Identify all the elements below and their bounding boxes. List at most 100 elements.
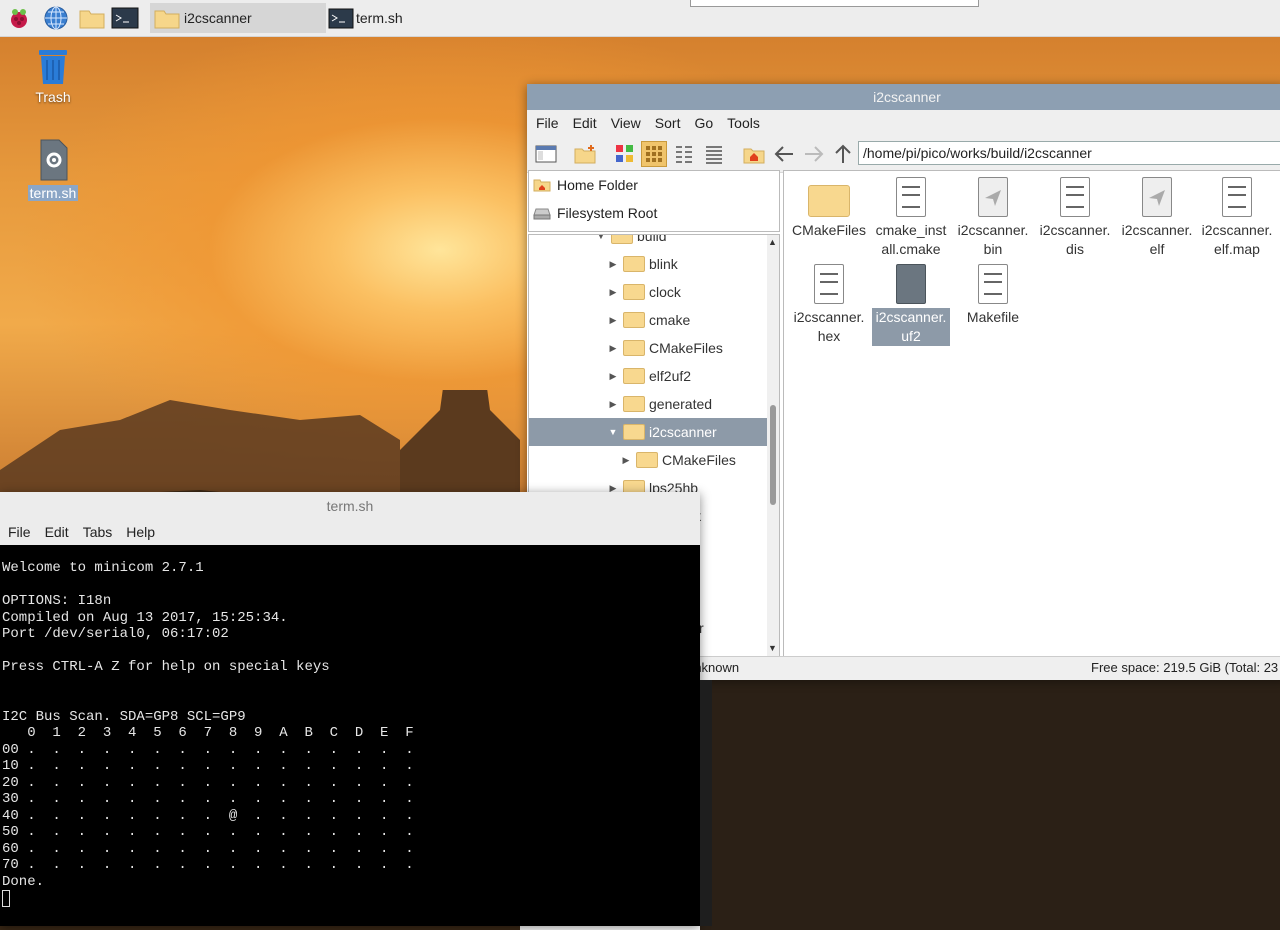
address-bar[interactable]: /home/pi/pico/works/build/i2cscanner (858, 141, 1280, 165)
scroll-down-icon[interactable]: ▼ (768, 643, 777, 653)
globe-icon (44, 6, 68, 30)
terminal-window: term.sh File Edit Tabs Help Welcome to m… (0, 492, 700, 926)
up-button[interactable] (830, 141, 856, 167)
tree-item[interactable]: ▶ generated (529, 390, 779, 418)
place-label: Home Folder (557, 177, 638, 193)
folder-icon (623, 340, 645, 356)
terminal-icon (328, 8, 354, 29)
menu-edit[interactable]: Edit (38, 524, 76, 540)
terminal-cursor (2, 890, 10, 907)
thumbnail-view-button[interactable] (612, 141, 638, 167)
window-titlebar[interactable]: i2cscanner (527, 84, 1280, 110)
tree-item-selected[interactable]: ▼ i2cscanner (529, 418, 779, 446)
task-label: i2cscanner (184, 10, 252, 26)
tree-item[interactable]: ▶ CMakeFiles (529, 334, 779, 362)
terminal-line: OPTIONS: I18n (2, 593, 112, 609)
file-item-makefile[interactable]: Makefile (954, 264, 1032, 327)
web-browser-button[interactable] (40, 4, 72, 32)
new-tab-button[interactable] (572, 141, 598, 167)
thumbnail-view-icon (616, 145, 633, 162)
file-item-hex[interactable]: i2cscanner.hex (790, 264, 868, 346)
file-item-elf-map[interactable]: i2cscanner.elf.map (1198, 177, 1276, 259)
file-label: i2cscanner.elf.map (1201, 222, 1273, 257)
place-filesystem-root[interactable]: Filesystem Root (529, 199, 779, 227)
file-icon-view[interactable]: CMakeFiles cmake_install.cmake i2cscanne… (783, 170, 1280, 658)
menu-go[interactable]: Go (687, 115, 720, 131)
scrollbar-thumb[interactable] (770, 405, 776, 505)
home-button[interactable] (741, 141, 767, 167)
new-folder-icon (574, 145, 596, 164)
window-title: i2cscanner (873, 89, 941, 105)
tree-scrollbar[interactable]: ▲ ▼ (767, 235, 779, 657)
collapsed-arrow-icon: ▶ (609, 314, 617, 325)
folder-icon (79, 10, 105, 29)
terminal-line: Done. (2, 873, 45, 890)
folder-icon (623, 368, 645, 384)
scroll-up-icon[interactable]: ▲ (768, 237, 777, 247)
collapsed-arrow-icon: ▶ (622, 454, 630, 465)
menu-edit[interactable]: Edit (566, 115, 604, 131)
window-titlebar[interactable]: term.sh (0, 492, 700, 519)
tree-item[interactable]: ▶ blink (529, 250, 779, 278)
tree-label: i2cscanner (649, 424, 717, 440)
file-item-dis[interactable]: i2cscanner.dis (1036, 177, 1114, 259)
menu-file[interactable]: File (529, 115, 566, 131)
executable-file-icon (1142, 177, 1172, 217)
menu-view[interactable]: View (604, 115, 648, 131)
menu-tabs[interactable]: Tabs (76, 524, 120, 540)
tree-item[interactable]: ▶ CMakeFiles (529, 446, 779, 474)
tree-item[interactable]: ▶ elf2uf2 (529, 362, 779, 390)
expand-arrow-icon: ▼ (608, 427, 618, 437)
tree-item[interactable]: ▼ build (529, 234, 779, 250)
expand-arrow-icon: ▼ (596, 234, 606, 241)
task-button-i2cscanner[interactable]: i2cscanner (150, 3, 326, 33)
folder-icon (636, 452, 658, 468)
desktop-icon-term-sh[interactable]: term.sh (18, 138, 88, 201)
file-item-cmake-install[interactable]: cmake_install.cmake (872, 177, 950, 259)
folder-icon (808, 185, 850, 217)
script-icon (40, 139, 68, 181)
raspberry-icon (11, 9, 27, 28)
tree-item[interactable]: ▶ clock (529, 278, 779, 306)
menubar: File Edit View Sort Go Tools (527, 110, 1280, 136)
icon-view-button[interactable] (641, 141, 667, 167)
file-item-bin[interactable]: i2cscanner.bin (954, 177, 1032, 259)
tree-label: CMakeFiles (662, 452, 736, 468)
place-home-folder[interactable]: Home Folder (529, 171, 779, 199)
list-view-button[interactable] (701, 141, 727, 167)
raspberry-menu-button[interactable] (4, 4, 34, 32)
terminal-line: 00 . . . . . . . . . . . . . . . . (2, 741, 414, 758)
text-file-icon (1060, 177, 1090, 217)
terminal-line: 0 1 2 3 4 5 6 7 8 9 A B C D E F (2, 725, 414, 741)
compact-view-icon (676, 146, 692, 163)
menubar: File Edit Tabs Help (0, 519, 700, 545)
places-panel: Home Folder Filesystem Root (528, 170, 780, 232)
file-manager-button[interactable] (76, 4, 108, 32)
file-item-uf2[interactable]: i2cscanner.uf2 (872, 264, 950, 346)
menu-help[interactable]: Help (119, 524, 162, 540)
back-arrow-icon (774, 146, 793, 162)
tree-item[interactable]: ▶ cmake (529, 306, 779, 334)
tree-label: cmake (649, 312, 691, 328)
file-item-elf[interactable]: i2cscanner.elf (1118, 177, 1196, 259)
forward-button[interactable] (801, 141, 827, 167)
terminal-icon (111, 7, 139, 29)
tree-label: blink (649, 256, 678, 272)
new-window-button[interactable] (533, 141, 559, 167)
task-button-term[interactable]: term.sh (324, 3, 500, 33)
menu-file[interactable]: File (1, 524, 38, 540)
icon-view-icon (646, 146, 662, 162)
menu-tools[interactable]: Tools (720, 115, 767, 131)
terminal-line: 20 . . . . . . . . . . . . . . . . (2, 774, 414, 791)
terminal-screen[interactable]: Welcome to minicom 2.7.1 OPTIONS: I18n Co… (2, 560, 414, 907)
file-item-cmakefiles[interactable]: CMakeFiles (790, 177, 868, 240)
compact-view-button[interactable] (671, 141, 697, 167)
up-arrow-icon (835, 144, 851, 163)
file-label: Makefile (966, 309, 1020, 325)
desktop-icon-trash[interactable]: Trash (18, 46, 88, 105)
terminal-launcher-button[interactable] (110, 4, 140, 32)
menu-sort[interactable]: Sort (648, 115, 688, 131)
back-button[interactable] (771, 141, 797, 167)
